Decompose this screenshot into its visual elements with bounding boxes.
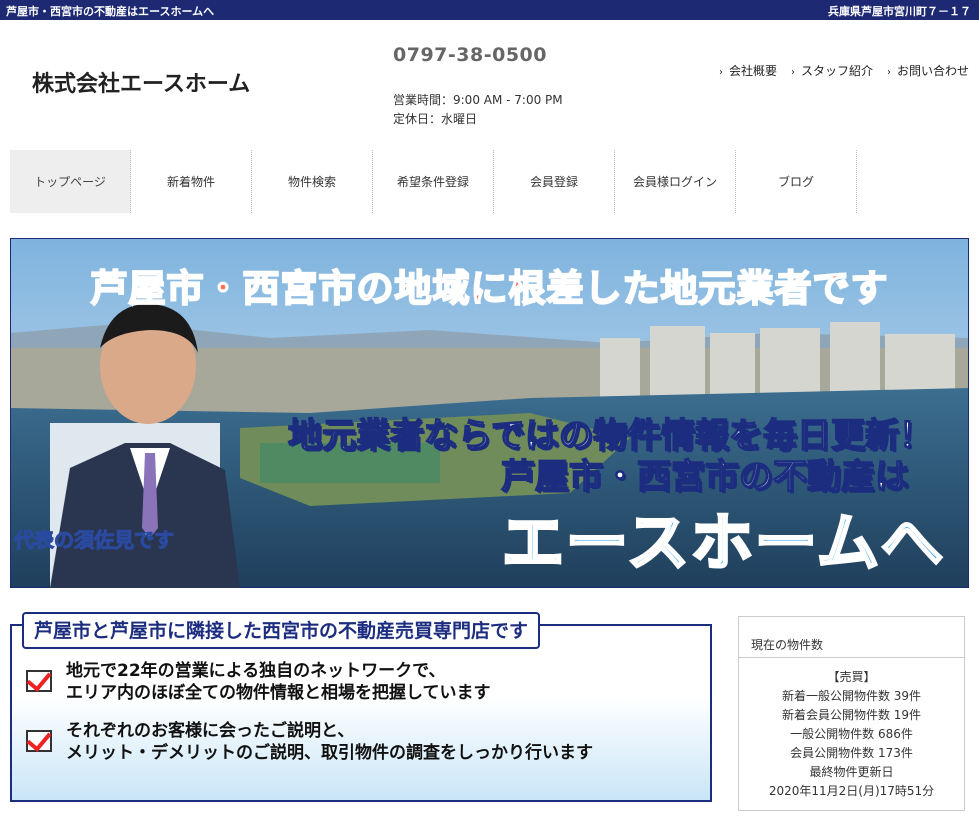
shop-intro-title: 芦屋市と芦屋市に隣接した西宮市の不動産売買専門店です (22, 612, 541, 649)
nav-tab-blog[interactable]: ブログ (736, 150, 857, 213)
checkbox-checked-icon (26, 730, 52, 752)
link-company-profile[interactable]: › 会社概要 (719, 62, 777, 79)
intro-point-2-line-2: メリット・デメリットのご説明、取引物件の調査をしっかり行います (66, 743, 593, 763)
listing-count-list: 【売買】 新着一般公開物件数 39件 新着会員公開物件数 19件 一般公開物件数… (739, 668, 964, 801)
chevron-right-icon: › (886, 67, 891, 78)
chevron-right-icon: › (718, 67, 723, 78)
checkbox-checked-icon (26, 670, 52, 692)
chevron-right-icon: › (790, 67, 795, 78)
banner-brand: エースホームへ (500, 505, 945, 581)
main-nav: トップページ 新着物件 物件検索 希望条件登録 会員登録 会員様ログイン ブログ (10, 150, 857, 213)
hero-banner: 芦屋市・西宮市の地域に根差した地元業者です 地元業者ならではの物件情報を毎日更新… (10, 238, 969, 588)
link-contact[interactable]: › お問い合わせ (887, 62, 969, 79)
listing-count-new-member: 新着会員公開物件数 19件 (781, 708, 922, 722)
listing-count-box: 現在の物件数 【売買】 新着一般公開物件数 39件 新着会員公開物件数 19件 … (738, 616, 965, 811)
link-staff[interactable]: › スタッフ紹介 (791, 62, 873, 79)
listing-count-title: 現在の物件数 (751, 638, 824, 652)
nav-tab-wish-register[interactable]: 希望条件登録 (373, 150, 494, 213)
site-header: 株式会社エースホーム 0797-38-0500 営業時間：9:00 AM - 7… (0, 20, 979, 145)
last-updated-label: 最終物件更新日 (809, 765, 894, 779)
shop-intro-box: 地元で22年の営業による独自のネットワークで、 エリア内のほぼ全ての物件情報と相… (10, 612, 712, 802)
top-bar-address: 兵庫県芦屋市宮川町７－１７ (828, 5, 971, 18)
intro-point-1: 地元で22年の営業による独自のネットワークで、 エリア内のほぼ全ての物件情報と相… (26, 660, 491, 704)
closed-day-text: 定休日：水曜日 (393, 112, 478, 126)
company-logo[interactable]: 株式会社エースホーム (32, 66, 250, 98)
intro-point-1-line-1: 地元で22年の営業による独自のネットワークで、 (66, 661, 446, 681)
top-bar-tagline: 芦屋市・西宮市の不動産はエースホームへ (6, 5, 215, 18)
shop-intro-panel: 地元で22年の営業による独自のネットワークで、 エリア内のほぼ全ての物件情報と相… (10, 624, 712, 802)
top-bar: 芦屋市・西宮市の不動産はエースホームへ 兵庫県芦屋市宮川町７－１７ (0, 0, 979, 20)
phone-number: 0797-38-0500 (393, 44, 547, 66)
banner-headline: 芦屋市・西宮市の地域に根差した地元業者です (90, 266, 889, 311)
last-updated-date: 2020年11月2日(月)17時51分 (768, 784, 935, 798)
intro-point-2-line-1: それぞれのお客様に会ったご説明と、 (66, 721, 355, 741)
nav-tab-top[interactable]: トップページ (10, 150, 131, 213)
listing-count-member: 会員公開物件数 173件 (790, 746, 913, 760)
nav-tab-member-login[interactable]: 会員様ログイン (615, 150, 736, 213)
nav-tab-member-register[interactable]: 会員登録 (494, 150, 615, 213)
header-links: › 会社概要 › スタッフ紹介 › お問い合わせ (705, 62, 969, 79)
hours-text: 営業時間：9:00 AM - 7:00 PM (393, 93, 563, 107)
business-hours: 営業時間：9:00 AM - 7:00 PM 定休日：水曜日 (393, 91, 563, 129)
divider (739, 657, 964, 658)
nav-tab-search[interactable]: 物件検索 (252, 150, 373, 213)
listing-count-new-public: 新着一般公開物件数 39件 (781, 689, 922, 703)
listing-count-public: 一般公開物件数 686件 (790, 727, 913, 741)
intro-point-2: それぞれのお客様に会ったご説明と、 メリット・デメリットのご説明、取引物件の調査… (26, 720, 593, 764)
nav-tab-new-listings[interactable]: 新着物件 (131, 150, 252, 213)
banner-tagline-2: 芦屋市・西宮市の不動産は (500, 456, 910, 498)
intro-point-1-line-2: エリア内のほぼ全ての物件情報と相場を把握しています (66, 683, 491, 703)
banner-representative-caption: 代表の須佐見です (14, 528, 175, 553)
listing-section-label: 【売買】 (827, 670, 876, 684)
